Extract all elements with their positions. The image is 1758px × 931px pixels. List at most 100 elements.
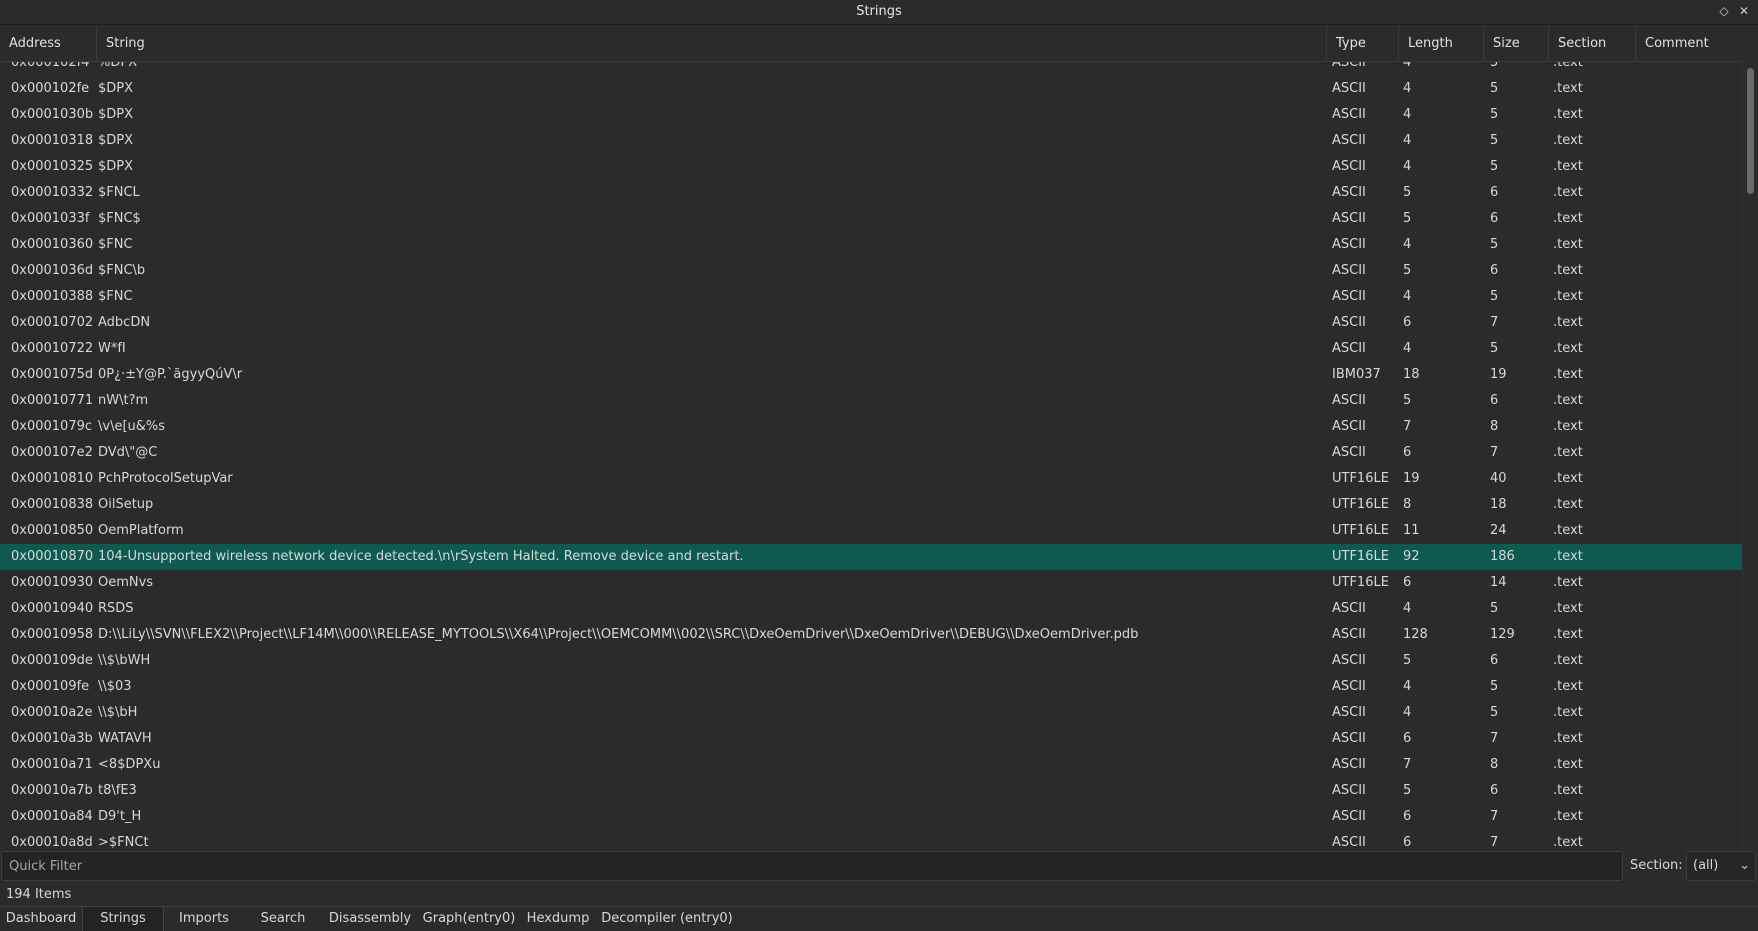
cell-type: ASCII <box>1332 185 1366 200</box>
cell-length: 4 <box>1403 237 1412 252</box>
cell-address: 0x000102f4 <box>11 62 90 70</box>
tab-dashboard[interactable]: Dashboard <box>0 907 82 931</box>
scrollbar-thumb[interactable] <box>1747 68 1754 194</box>
cell-comment <box>1640 570 1740 596</box>
table-row[interactable]: 0x00010325 $DPX ASCII 4 5 .text <box>0 154 1742 180</box>
cell-address: 0x0001079c <box>11 419 93 434</box>
section-filter-select[interactable]: (all) ⌄ <box>1686 851 1756 881</box>
table-row[interactable]: 0x0001033f $FNC$ ASCII 5 6 .text <box>0 206 1742 232</box>
bottom-tab-bar: Dashboard Strings Imports Search Disasse… <box>0 906 1758 931</box>
table-row[interactable]: 0x000109fe \\$03 ASCII 4 5 .text <box>0 674 1742 700</box>
quick-filter-input[interactable] <box>1 851 1623 881</box>
table-row[interactable]: 0x00010360 $FNC ASCII 4 5 .text <box>0 232 1742 258</box>
column-header-size[interactable]: Size <box>1484 26 1549 62</box>
tab-strings[interactable]: Strings <box>82 906 164 931</box>
table-row[interactable]: 0x00010722 W*fI ASCII 4 5 .text <box>0 336 1742 362</box>
cell-string: t8\fE3 <box>98 783 137 798</box>
table-row[interactable]: 0x00010318 $DPX ASCII 4 5 .text <box>0 128 1742 154</box>
column-header-comment[interactable]: Comment <box>1636 26 1742 62</box>
cell-section: .text <box>1553 62 1583 70</box>
cell-string: RSDS <box>98 601 134 616</box>
table-row[interactable]: 0x00010958 D:\\LiLy\\SVN\\FLEX2\\Project\… <box>0 622 1742 648</box>
cell-address: 0x00010360 <box>11 237 94 252</box>
table-row[interactable]: 0x00010940 RSDS ASCII 4 5 .text <box>0 596 1742 622</box>
table-row[interactable]: 0x00010771 nW\t?m ASCII 5 6 .text <box>0 388 1742 414</box>
table-row[interactable]: 0x000102fe $DPX ASCII 4 5 .text <box>0 76 1742 102</box>
cell-size: 19 <box>1490 367 1507 382</box>
cell-length: 6 <box>1403 575 1412 590</box>
table-row[interactable]: 0x00010388 $FNC ASCII 4 5 .text <box>0 284 1742 310</box>
section-filter-label: Section: <box>1630 858 1683 873</box>
cell-string: D9't_H <box>98 809 142 824</box>
tab-decompiler[interactable]: Decompiler (entry0) <box>596 907 738 931</box>
table-row[interactable]: 0x000102f4 %DPX ASCII 4 5 .text <box>0 62 1742 76</box>
cell-size: 5 <box>1490 159 1499 174</box>
close-icon[interactable]: ✕ <box>1736 3 1752 19</box>
cell-address: 0x000109de <box>11 653 93 668</box>
cell-address: 0x00010810 <box>11 471 94 486</box>
tab-disassembly[interactable]: Disassembly <box>322 907 418 931</box>
cell-comment <box>1640 700 1740 726</box>
cell-string: AdbcDN <box>98 315 151 330</box>
cell-length: 5 <box>1403 185 1412 200</box>
table-row[interactable]: 0x00010850 OemPlatform UTF16LE 11 24 .text <box>0 518 1742 544</box>
column-header-length[interactable]: Length <box>1399 26 1484 62</box>
table-row[interactable]: 0x0001036d $FNC\b ASCII 5 6 .text <box>0 258 1742 284</box>
table-row[interactable]: 0x00010702 AdbcDN ASCII 6 7 .text <box>0 310 1742 336</box>
cell-length: 4 <box>1403 341 1412 356</box>
table-row[interactable]: 0x000109de \\$\bWH ASCII 5 6 .text <box>0 648 1742 674</box>
table-row[interactable]: 0x00010a2e \\$\bH ASCII 4 5 .text <box>0 700 1742 726</box>
cell-address: 0x00010940 <box>11 601 94 616</box>
table-row[interactable]: 0x00010810 PchProtocolSetupVar UTF16LE 19 40… <box>0 466 1742 492</box>
table-row[interactable]: 0x0001030b $DPX ASCII 4 5 .text <box>0 102 1742 128</box>
cell-address: 0x00010870 <box>11 549 94 564</box>
cell-type: ASCII <box>1332 627 1366 642</box>
chevron-down-icon: ⌄ <box>1739 858 1750 873</box>
tab-imports[interactable]: Imports <box>164 907 244 931</box>
table-row[interactable]: 0x00010930 OemNvs UTF16LE 6 14 .text <box>0 570 1742 596</box>
cell-type: ASCII <box>1332 81 1366 96</box>
cell-string: DVd\"@C <box>98 445 158 460</box>
cell-type: ASCII <box>1332 289 1366 304</box>
table-row[interactable]: 0x0001075d 0P¿·±Y@P.`ãgyyQúV\r IBM037 18 19.… <box>0 362 1742 388</box>
table-row[interactable]: 0x00010a3b WATAVH ASCII 6 7 .text <box>0 726 1742 752</box>
column-header-address[interactable]: Address <box>0 26 97 62</box>
cell-comment <box>1640 466 1740 492</box>
table-row[interactable]: 0x00010870 104-Unsupported wireless netwo… <box>0 544 1742 570</box>
cell-address: 0x00010388 <box>11 289 94 304</box>
cell-section: .text <box>1553 497 1583 512</box>
cell-address: 0x00010930 <box>11 575 94 590</box>
cell-string: >$FNCt <box>98 835 149 848</box>
cell-size: 5 <box>1490 133 1499 148</box>
cell-length: 4 <box>1403 107 1412 122</box>
cell-string: nW\t?m <box>98 393 149 408</box>
column-header-type[interactable]: Type <box>1327 26 1399 62</box>
vertical-scrollbar[interactable] <box>1742 62 1758 848</box>
table-row[interactable]: 0x00010a84 D9't_H ASCII 6 7 .text <box>0 804 1742 830</box>
cell-type: ASCII <box>1332 445 1366 460</box>
table-row[interactable]: 0x00010a71 <8$DPXu ASCII 7 8 .text <box>0 752 1742 778</box>
table-row[interactable]: 0x0001079c \v\e[u&%s ASCII 7 8 .text <box>0 414 1742 440</box>
column-header-string[interactable]: String <box>97 26 1327 62</box>
cell-string: 104-Unsupported wireless network device … <box>98 549 744 564</box>
column-header-section[interactable]: Section <box>1549 26 1636 62</box>
table-row[interactable]: 0x00010a8d >$FNCt ASCII 6 7 .text <box>0 830 1742 848</box>
cell-comment <box>1640 830 1740 848</box>
table-row[interactable]: 0x00010a7b t8\fE3 ASCII 5 6 .text <box>0 778 1742 804</box>
cell-length: 4 <box>1403 159 1412 174</box>
table-row[interactable]: 0x00010332 $FNCL ASCII 5 6 .text <box>0 180 1742 206</box>
table-row[interactable]: 0x00010838 OilSetup UTF16LE 8 18 .text <box>0 492 1742 518</box>
cell-type: ASCII <box>1332 62 1366 70</box>
tab-graph[interactable]: Graph(entry0) <box>418 907 520 931</box>
tab-search[interactable]: Search <box>244 907 322 931</box>
cell-length: 5 <box>1403 653 1412 668</box>
cell-comment <box>1640 440 1740 466</box>
cell-length: 4 <box>1403 81 1412 96</box>
cell-length: 8 <box>1403 497 1412 512</box>
cell-length: 19 <box>1403 471 1420 486</box>
float-icon[interactable]: ◇ <box>1716 3 1732 19</box>
table-row[interactable]: 0x000107e2 DVd\"@C ASCII 6 7 .text <box>0 440 1742 466</box>
tab-hexdump[interactable]: Hexdump <box>520 907 596 931</box>
cell-comment <box>1640 674 1740 700</box>
cell-type: ASCII <box>1332 679 1366 694</box>
